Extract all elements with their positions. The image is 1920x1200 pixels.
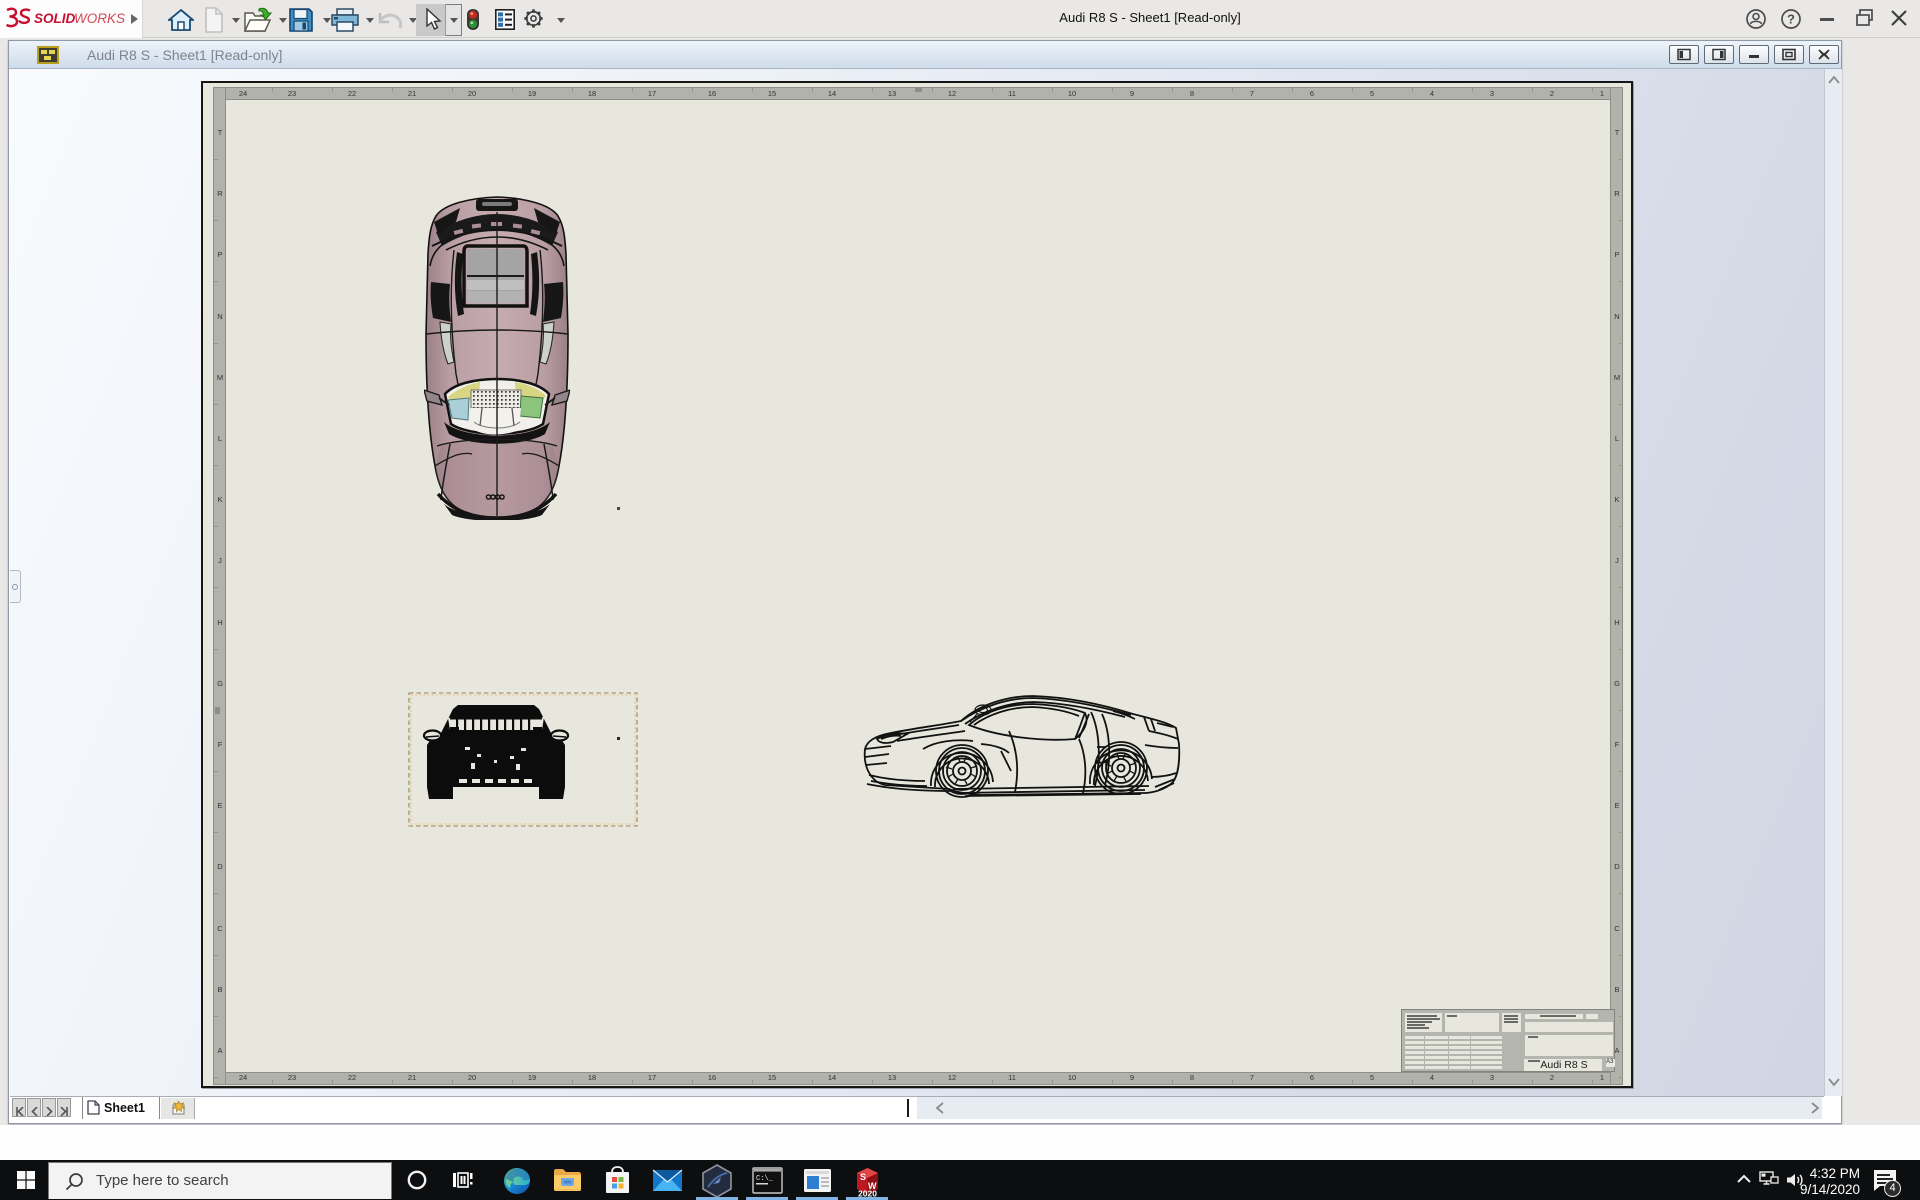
svg-text:WORKS: WORKS — [74, 11, 125, 26]
svg-text:SOLID: SOLID — [34, 11, 76, 26]
svg-text:?: ? — [1787, 12, 1795, 27]
svg-text:S: S — [860, 1172, 866, 1182]
svg-text:C:\_: C:\_ — [756, 1175, 774, 1183]
